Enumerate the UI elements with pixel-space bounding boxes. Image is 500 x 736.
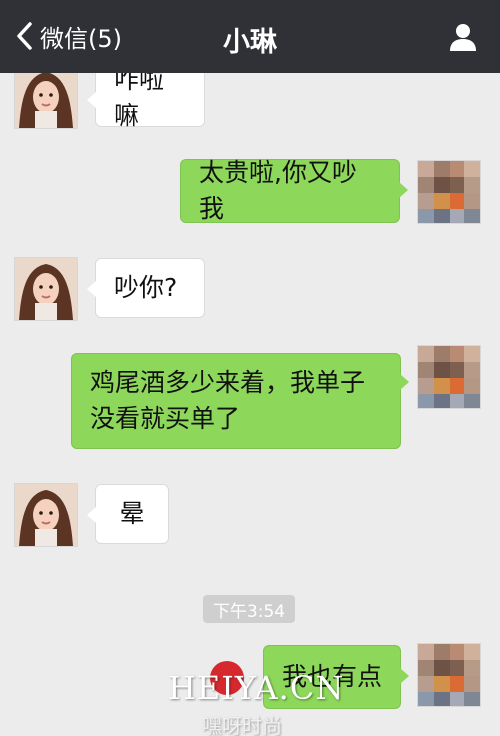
message-text: 咋啦嘛 bbox=[114, 73, 165, 130]
my-avatar[interactable] bbox=[417, 643, 481, 707]
incoming-message[interactable]: 咋啦嘛 bbox=[87, 73, 205, 130]
person-icon[interactable] bbox=[448, 22, 478, 52]
incoming-message[interactable]: 晕 bbox=[87, 484, 169, 544]
watermark: HEIYA.CN 嘿呀时尚 bbox=[168, 661, 348, 736]
contact-avatar[interactable] bbox=[14, 257, 78, 321]
message-text: 吵你? bbox=[114, 273, 178, 302]
my-avatar[interactable] bbox=[417, 345, 481, 409]
chat-title: 小琳 bbox=[223, 27, 277, 58]
watermark-subtext: 嘿呀时尚 bbox=[202, 714, 282, 736]
timestamp-chip: 下午3:54 bbox=[203, 595, 295, 623]
message-line-2: 没看就买单了 bbox=[90, 404, 241, 433]
message-text: 太贵啦,你又吵我 bbox=[199, 158, 357, 223]
contact-avatar[interactable] bbox=[14, 483, 78, 547]
chat-area[interactable]: 咋啦嘛 太贵啦,你又吵我 吵你? 鸡尾酒多少来着，我单子 没看就买单了 晕 下午… bbox=[0, 73, 500, 736]
message-text: 晕 bbox=[119, 499, 145, 528]
my-avatar[interactable] bbox=[417, 160, 481, 224]
outgoing-message[interactable]: 鸡尾酒多少来着，我单子 没看就买单了 bbox=[71, 353, 409, 449]
outgoing-message[interactable]: 太贵啦,你又吵我 bbox=[180, 158, 408, 223]
contact-avatar[interactable] bbox=[14, 73, 78, 129]
watermark-text: HEIYA.CN bbox=[168, 669, 345, 707]
message-line-1: 鸡尾酒多少来着，我单子 bbox=[90, 368, 366, 397]
incoming-message[interactable]: 吵你? bbox=[87, 258, 205, 318]
top-bar: 微信(5) 小琳 bbox=[0, 0, 500, 73]
